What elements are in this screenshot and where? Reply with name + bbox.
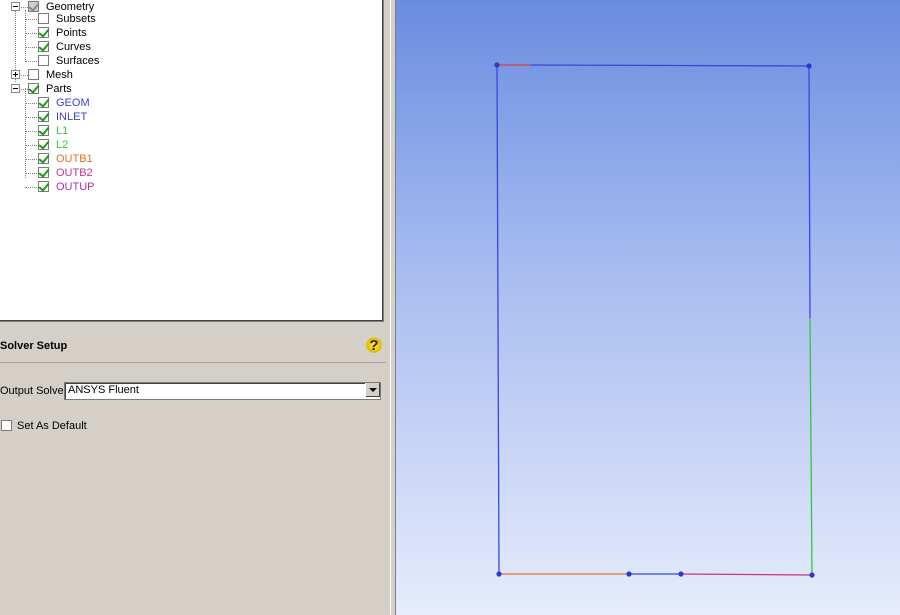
part-label: OUTB1 (56, 153, 93, 165)
collapse-icon[interactable] (11, 84, 20, 93)
tree-connector (25, 173, 37, 174)
tree-item-label: Subsets (56, 13, 96, 25)
part-label: OUTUP (56, 181, 95, 193)
solver-setup-header: Solver Setup ? (0, 334, 386, 363)
tree-connector (25, 10, 26, 60)
part-checkbox[interactable] (38, 139, 49, 150)
tree-connector (25, 47, 37, 48)
output-solver-select[interactable]: ANSYS Fluent (64, 382, 381, 400)
tree-connector (25, 103, 37, 104)
tree-connector (25, 33, 37, 34)
output-solver-label: Output Solver (0, 385, 68, 397)
output-solver-value: ANSYS Fluent (68, 384, 139, 396)
points-checkbox[interactable] (38, 27, 49, 38)
set-as-default-label: Set As Default (17, 420, 87, 432)
tree-connector (21, 7, 28, 8)
part-label: OUTB2 (56, 167, 93, 179)
model-tree: Geometry Subsets Points Curves Surfaces (0, 0, 384, 322)
graphics-viewport[interactable] (396, 0, 900, 615)
outb2-edge[interactable] (680, 573, 813, 576)
curves-checkbox[interactable] (38, 41, 49, 52)
collapse-icon[interactable] (11, 2, 20, 11)
parts-checkbox[interactable] (28, 83, 39, 94)
tree-connector (25, 19, 37, 20)
tree-connector (25, 159, 37, 160)
tree-item-label: Surfaces (56, 55, 100, 67)
tree-item-label: Curves (56, 41, 91, 53)
part-checkbox[interactable] (38, 153, 49, 164)
chevron-down-icon[interactable] (365, 383, 380, 397)
vertex-point[interactable] (809, 572, 815, 578)
tree-connector (25, 88, 26, 178)
geom-edge-top[interactable] (530, 64, 810, 67)
part-label: L1 (56, 125, 69, 137)
tree-item-label: Mesh (46, 69, 73, 81)
tree-item-label: Points (56, 27, 87, 39)
part-checkbox[interactable] (38, 181, 49, 192)
part-checkbox[interactable] (38, 125, 49, 136)
tree-item-label: Parts (46, 83, 72, 95)
left-panel: Geometry Subsets Points Curves Surfaces (0, 0, 392, 615)
part-label: GEOM (56, 97, 90, 109)
tree-connector (25, 145, 37, 146)
geometry-checkbox[interactable] (28, 1, 39, 12)
set-as-default-checkbox[interactable] (1, 420, 12, 431)
vertex-point[interactable] (496, 571, 502, 577)
vertex-point[interactable] (626, 571, 632, 577)
vertex-point[interactable] (806, 63, 812, 69)
part-label: INLET (56, 111, 88, 123)
mesh-checkbox[interactable] (28, 69, 39, 80)
part-checkbox[interactable] (38, 111, 49, 122)
help-icon[interactable]: ? (366, 337, 382, 355)
tree-connector (25, 131, 37, 132)
panel-title: Solver Setup (0, 340, 68, 352)
tree-connector (25, 61, 37, 62)
geom-edge-right[interactable] (808, 65, 811, 319)
vertex-point[interactable] (678, 571, 684, 577)
surfaces-checkbox[interactable] (38, 55, 49, 66)
vertex-point[interactable] (494, 62, 500, 68)
part-checkbox[interactable] (38, 97, 49, 108)
l2-edge[interactable] (809, 317, 813, 576)
tree-connector (21, 75, 28, 76)
part-checkbox[interactable] (38, 167, 49, 178)
tree-connector (21, 89, 28, 90)
part-label: L2 (56, 139, 69, 151)
tree-connector (25, 117, 37, 118)
geom-edge-left[interactable] (496, 64, 500, 575)
expand-icon[interactable] (11, 70, 20, 79)
subsets-checkbox[interactable] (38, 13, 49, 24)
tree-connector (25, 187, 37, 188)
geometry-canvas (494, 62, 815, 578)
